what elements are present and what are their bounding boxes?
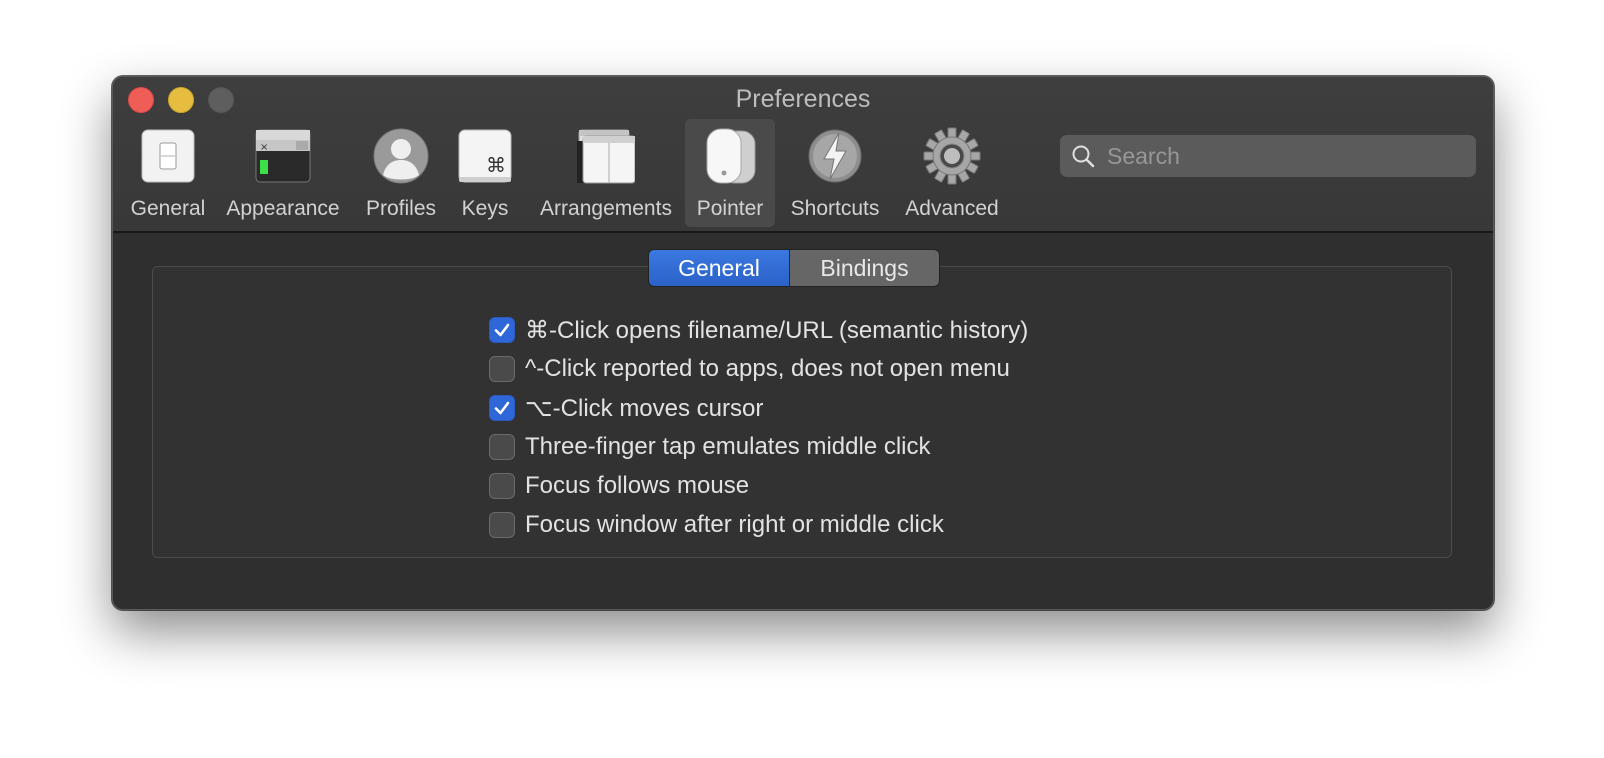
- command-key-glyph: ⌘: [486, 153, 506, 177]
- option-label: Focus follows mouse: [525, 472, 750, 499]
- toolbar-label-pointer: Pointer: [696, 197, 764, 220]
- toolbar-item-arrangements[interactable]: Arrangements: [531, 119, 681, 227]
- search-field[interactable]: [1060, 135, 1476, 177]
- option-label: Focus window after right or middle click: [525, 511, 944, 538]
- pointer-tab-control: General Bindings: [648, 249, 940, 287]
- toolbar-item-pointer[interactable]: Pointer: [685, 119, 775, 227]
- toolbar-item-appearance[interactable]: × Appearance: [219, 119, 347, 227]
- toolbar-label-appearance: Appearance: [226, 197, 340, 220]
- option-focus-window-after-click[interactable]: Focus window after right or middle click: [489, 510, 944, 540]
- checkbox-checked[interactable]: [489, 395, 515, 421]
- titlebar-toolbar: Preferences General × Appearance Profile…: [113, 77, 1493, 233]
- option-label: ⌘-Click opens filename/URL (semantic his…: [525, 316, 1029, 344]
- svg-text:×: ×: [260, 142, 268, 153]
- toolbar-label-shortcuts: Shortcuts: [790, 197, 880, 220]
- option-label: Three-finger tap emulates middle click: [525, 433, 931, 460]
- checkbox-checked[interactable]: [489, 317, 515, 343]
- tab-bindings[interactable]: Bindings: [789, 250, 939, 286]
- toolbar-item-advanced[interactable]: Advanced: [900, 119, 1004, 227]
- window-title: Preferences: [735, 85, 871, 113]
- advanced-gear-icon: [923, 127, 981, 185]
- toolbar-label-arrangements: Arrangements: [540, 197, 672, 220]
- shortcuts-lightning-icon: [806, 127, 864, 185]
- checkbox-unchecked[interactable]: [489, 512, 515, 538]
- option-alt-click-moves-cursor[interactable]: ⌥-Click moves cursor: [489, 393, 763, 423]
- tab-general[interactable]: General: [649, 250, 789, 286]
- option-focus-follows-mouse[interactable]: Focus follows mouse: [489, 471, 749, 501]
- toolbar-label-advanced: Advanced: [905, 197, 999, 220]
- option-ctrl-click-reported[interactable]: ^-Click reported to apps, does not open …: [489, 354, 1010, 384]
- checkmark-icon: [494, 323, 510, 337]
- search-input[interactable]: [1105, 141, 1449, 171]
- option-label: ⌥-Click moves cursor: [525, 394, 764, 422]
- checkbox-unchecked[interactable]: [489, 473, 515, 499]
- checkbox-unchecked[interactable]: [489, 356, 515, 382]
- option-three-finger-tap[interactable]: Three-finger tap emulates middle click: [489, 432, 931, 462]
- toolbar-item-profiles[interactable]: Profiles: [360, 119, 442, 227]
- checkmark-icon: [494, 401, 510, 415]
- option-label: ^-Click reported to apps, does not open …: [525, 355, 1010, 382]
- arrangements-windows-icon: [577, 127, 636, 185]
- pointer-mouse-icon: [701, 127, 759, 185]
- toolbar-label-keys: Keys: [461, 197, 509, 220]
- preferences-window: Preferences General × Appearance Profile…: [112, 76, 1494, 610]
- keys-command-icon: ⌘: [456, 127, 514, 185]
- profiles-user-icon: [372, 127, 430, 185]
- search-icon: [1072, 145, 1095, 168]
- option-cmd-click-semantic-history[interactable]: ⌘-Click opens filename/URL (semantic his…: [489, 315, 1028, 345]
- checkbox-unchecked[interactable]: [489, 434, 515, 460]
- toolbar-item-shortcuts[interactable]: Shortcuts: [783, 119, 887, 227]
- toolbar-label-general: General: [130, 197, 206, 220]
- appearance-window-icon: ×: [254, 127, 312, 185]
- toolbar-item-keys[interactable]: ⌘ Keys: [450, 119, 520, 227]
- toolbar-item-general[interactable]: General: [125, 119, 211, 227]
- toolbar-label-profiles: Profiles: [365, 197, 437, 220]
- general-switch-icon: [139, 127, 197, 185]
